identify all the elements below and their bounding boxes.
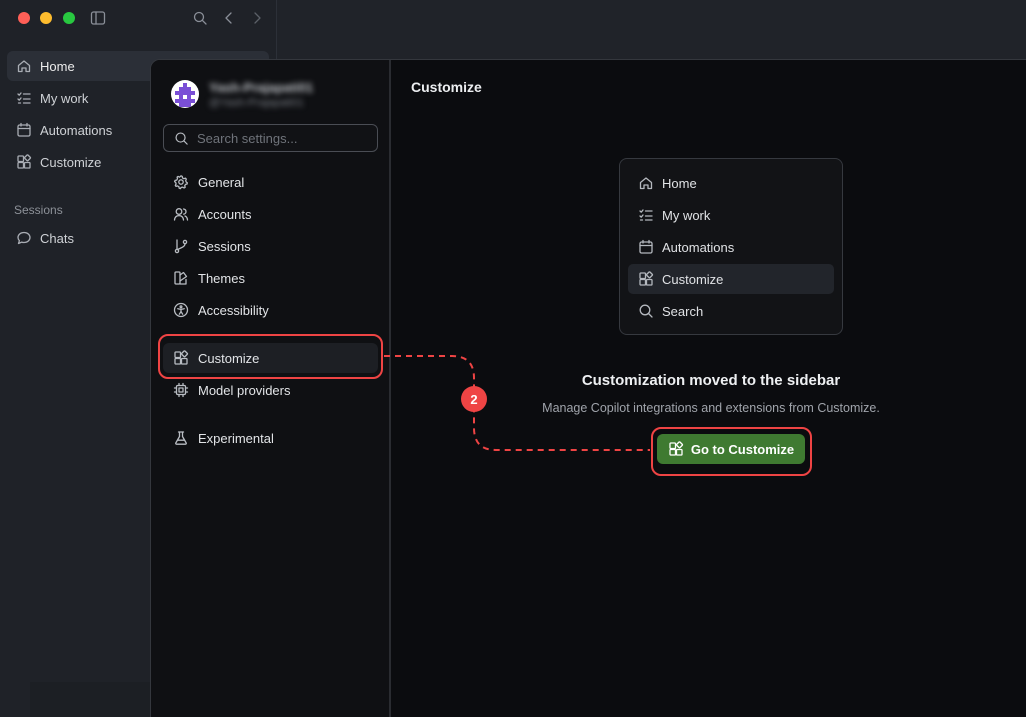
- cpu-icon: [173, 382, 189, 398]
- page-title: Customize: [411, 79, 482, 95]
- settings-nav-label: Themes: [198, 270, 245, 286]
- settings-nav-themes[interactable]: Themes: [163, 263, 378, 293]
- settings-nav-sessions[interactable]: Sessions: [163, 231, 378, 261]
- chat-bubble-icon: [17, 231, 31, 245]
- preview-item-label: My work: [662, 207, 711, 223]
- preview-item-label: Automations: [662, 239, 735, 255]
- settings-search-input[interactable]: [197, 130, 377, 146]
- search-icon: [175, 131, 188, 145]
- blocks-icon: [639, 271, 654, 286]
- sidebar-footer: [30, 682, 154, 717]
- flask-icon: [175, 431, 187, 445]
- sidebar-item-label: My work: [40, 90, 89, 106]
- close-window-button[interactable]: [18, 12, 30, 24]
- preview-item-label: Home: [662, 175, 697, 191]
- sidebar-item-label: Customize: [40, 154, 102, 170]
- forward-arrow-icon[interactable]: [249, 10, 265, 26]
- moved-heading: Customization moved to the sidebar: [581, 372, 841, 389]
- checklist-icon: [17, 92, 31, 104]
- blocks-icon: [669, 441, 683, 456]
- blocks-icon: [17, 154, 32, 169]
- git-branch-icon: [174, 239, 188, 254]
- sidebar-item-label: Automations: [40, 122, 113, 138]
- settings-nav-label: Accessibility: [198, 302, 269, 318]
- settings-nav-general[interactable]: General: [163, 167, 378, 197]
- search-icon: [639, 304, 653, 318]
- settings-nav-label: Accounts: [198, 206, 252, 222]
- sidebar-item-label: Home: [40, 58, 75, 74]
- go-to-customize-label: Go to Customize: [690, 441, 795, 457]
- go-to-customize-button[interactable]: Go to Customize: [657, 434, 805, 464]
- preview-item-automations: Automations: [628, 232, 834, 262]
- user-handle: @Yash-Prajapati01: [209, 97, 304, 109]
- preview-item-home: Home: [628, 168, 834, 198]
- checklist-icon: [639, 209, 653, 221]
- settings-nav-label: Sessions: [198, 238, 251, 254]
- calendar-icon: [639, 239, 653, 254]
- sidebar-item-label: Chats: [40, 230, 74, 246]
- home-icon: [639, 177, 653, 190]
- calendar-icon: [17, 122, 31, 137]
- gear-icon: [173, 175, 188, 190]
- settings-nav-model-providers[interactable]: Model providers: [163, 375, 378, 405]
- settings-nav-customize[interactable]: Customize: [163, 343, 378, 373]
- settings-dialog: Yash-Prajapati01 @Yash-Prajapati01 Gener…: [150, 59, 1026, 717]
- sidebar-preview-card: Home My work Automations Customize Searc…: [619, 158, 843, 335]
- search-icon[interactable]: [192, 10, 208, 26]
- settings-nav-accounts[interactable]: Accounts: [163, 199, 378, 229]
- accessibility-icon: [173, 302, 189, 318]
- avatar[interactable]: [171, 80, 199, 108]
- settings-nav-accessibility[interactable]: Accessibility: [163, 295, 378, 325]
- sidebar-toggle-icon[interactable]: [90, 10, 106, 26]
- settings-nav-label: General: [198, 174, 245, 190]
- step-badge: 2: [461, 386, 487, 412]
- preview-item-search: Search: [628, 296, 834, 326]
- settings-nav-label: Customize: [198, 350, 260, 366]
- settings-search-box[interactable]: [163, 124, 378, 152]
- settings-nav-experimental[interactable]: Experimental: [163, 423, 378, 453]
- user-name: Yash-Prajapati01: [209, 80, 314, 95]
- minimize-window-button[interactable]: [40, 12, 52, 24]
- home-icon: [17, 60, 31, 73]
- preview-item-label: Customize: [662, 271, 724, 287]
- settings-nav-label: Model providers: [198, 382, 291, 398]
- zoom-window-button[interactable]: [63, 12, 75, 24]
- sessions-section-label: Sessions: [14, 203, 63, 217]
- back-arrow-icon[interactable]: [221, 10, 237, 26]
- preview-item-customize: Customize: [628, 264, 834, 294]
- preview-item-label: Search: [662, 303, 704, 319]
- people-icon: [173, 208, 189, 221]
- settings-nav-label: Experimental: [198, 430, 274, 446]
- preview-item-my-work: My work: [628, 200, 834, 230]
- blocks-icon: [174, 350, 189, 365]
- settings-sidebar: Yash-Prajapati01 @Yash-Prajapati01 Gener…: [151, 60, 390, 717]
- paint-icon: [174, 271, 188, 285]
